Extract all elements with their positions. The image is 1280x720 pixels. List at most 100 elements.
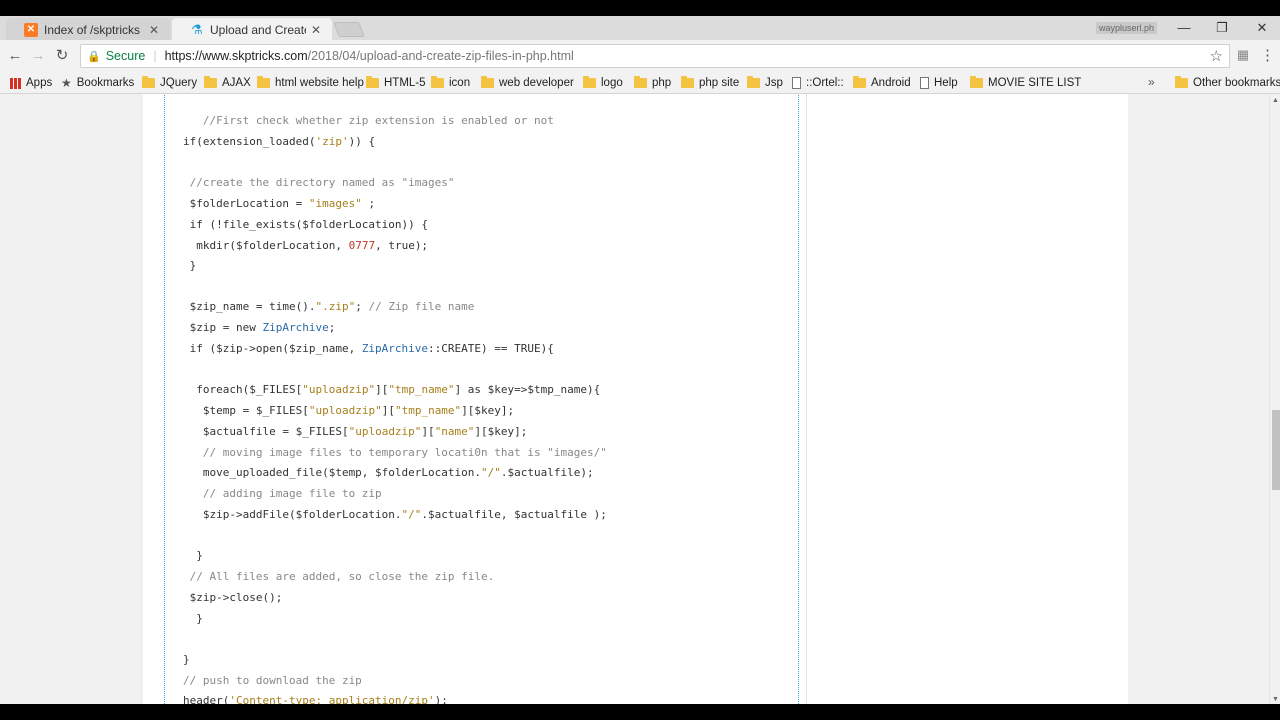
- bookmark-label: web developer: [499, 77, 574, 89]
- code-line: $actualfile = $_FILES["uploadzip"]["name…: [183, 425, 528, 439]
- vertical-scrollbar[interactable]: ▲ ▼: [1269, 94, 1280, 704]
- url-separator: |: [153, 49, 157, 63]
- bookmark-icon[interactable]: icon: [431, 74, 470, 92]
- tab-upload-zip[interactable]: ⚗ Upload and Create a Zip ✕: [172, 18, 332, 42]
- code-token: if ($zip->open($zip_name,: [183, 342, 362, 355]
- folder-icon: [481, 76, 494, 88]
- address-bar[interactable]: 🔒 Secure | https://www.skptricks.com/201…: [80, 44, 1230, 68]
- scroll-down-arrow-icon[interactable]: ▼: [1272, 696, 1279, 703]
- user-badge[interactable]: waypluserl.ph: [1096, 22, 1158, 34]
- close-window-button[interactable]: ✕: [1248, 18, 1276, 38]
- folder-icon: [1175, 76, 1188, 88]
- bookmark-html5[interactable]: HTML-5: [366, 74, 426, 92]
- close-icon[interactable]: ✕: [148, 23, 160, 37]
- bookmark-label: html website help: [275, 77, 364, 89]
- code-token: "uploadzip": [302, 383, 376, 396]
- bookmark-php-site[interactable]: php site: [681, 74, 739, 92]
- code-token: "uploadzip": [348, 425, 422, 438]
- code-token: }: [183, 612, 203, 625]
- new-tab-button[interactable]: [333, 22, 365, 37]
- apps-icon: [10, 77, 21, 89]
- bookmark-label: logo: [601, 77, 623, 89]
- code-token: $zip_name = time().: [183, 300, 316, 313]
- bookmark-star-icon[interactable]: ☆: [1210, 47, 1223, 65]
- scrollbar-thumb[interactable]: [1272, 410, 1280, 490]
- minimize-button[interactable]: —: [1170, 18, 1198, 38]
- bookmark-label: JQuery: [160, 77, 198, 89]
- code-token: mkdir($folderLocation,: [183, 239, 349, 252]
- bookmark-ortel[interactable]: ::Ortel::: [792, 74, 844, 92]
- code-token: }: [183, 653, 190, 666]
- code-token: }: [183, 259, 197, 272]
- code-line: //First check whether zip extension is e…: [183, 114, 554, 128]
- code-token: $folderLocation =: [183, 197, 309, 210]
- code-line: $zip->addFile($folderLocation."/".$actua…: [183, 508, 607, 522]
- code-line: move_uploaded_file($temp, $folderLocatio…: [183, 466, 594, 480]
- secure-label: Secure: [105, 49, 146, 63]
- reload-icon[interactable]: ↻: [52, 46, 72, 66]
- lock-icon: 🔒: [87, 50, 101, 63]
- bookmark-web-developer[interactable]: web developer: [481, 74, 574, 92]
- code-line: }: [183, 259, 197, 273]
- code-token: );: [434, 694, 448, 704]
- bookmark-logo[interactable]: logo: [583, 74, 623, 92]
- code-token: // moving image files to temporary locat…: [183, 446, 607, 459]
- menu-icon[interactable]: ⋮: [1260, 46, 1275, 66]
- tab-title: Upload and Create a Zip: [210, 23, 306, 37]
- bookmark-movie-site-list[interactable]: MOVIE SITE LIST: [970, 74, 1081, 92]
- bookmarks-overflow-icon[interactable]: »: [1148, 75, 1155, 89]
- code-line: if ($zip->open($zip_name, ZipArchive::CR…: [183, 342, 554, 356]
- code-token: if (!file_exists($folderLocation)) {: [183, 218, 429, 231]
- code-line: //create the directory named as "images": [183, 176, 455, 190]
- bookmark-help[interactable]: Help: [920, 74, 958, 92]
- code-token: )) {: [348, 135, 376, 148]
- bookmark-ajax[interactable]: AJAX: [204, 74, 251, 92]
- extension-icon[interactable]: ▦: [1234, 46, 1252, 64]
- bookmark-php[interactable]: php: [634, 74, 671, 92]
- code-token: 'zip': [315, 135, 349, 148]
- url-host: https://www.skptricks.com: [164, 49, 308, 63]
- back-arrow-icon[interactable]: ←: [5, 46, 25, 66]
- code-token: "/": [401, 508, 422, 521]
- tab-index-skptricks[interactable]: ✕ Index of /skptricks ✕: [6, 18, 170, 42]
- screen-letterbox-bottom: [0, 704, 1280, 720]
- code-token: foreach($_FILES[: [183, 383, 303, 396]
- code-token: ;: [328, 321, 336, 334]
- code-token: ][$key];: [474, 425, 528, 438]
- forward-arrow-icon[interactable]: →: [28, 46, 48, 66]
- bookmark-label: Apps: [26, 77, 53, 89]
- code-line: $zip = new ZipArchive;: [183, 321, 336, 335]
- bookmark-bookmarks[interactable]: ★ Bookmarks: [61, 74, 134, 92]
- code-token: $zip->close();: [183, 591, 283, 604]
- code-line: }: [183, 549, 203, 563]
- bookmark-jsp[interactable]: Jsp: [747, 74, 783, 92]
- code-line: if(extension_loaded('zip')) {: [183, 135, 375, 149]
- folder-icon: [257, 76, 270, 88]
- code-token: 0777: [348, 239, 376, 252]
- scroll-up-arrow-icon[interactable]: ▲: [1272, 97, 1279, 104]
- code-token: , true);: [375, 239, 429, 252]
- browser-window: ✕ Index of /skptricks ✕ ⚗ Upload and Cre…: [0, 16, 1280, 704]
- code-token: if(extension_loaded(: [183, 135, 316, 148]
- code-line: }: [183, 612, 203, 626]
- bookmark-label: Bookmarks: [76, 77, 135, 89]
- code-token: ZipArchive: [361, 342, 429, 355]
- code-token: $zip->addFile($folderLocation.: [183, 508, 402, 521]
- tab-title: Index of /skptricks: [44, 23, 141, 37]
- bookmark-label: Android: [871, 77, 911, 89]
- page-viewport: //First check whether zip extension is e…: [0, 94, 1269, 704]
- bookmark-html-website-help[interactable]: html website help: [257, 74, 364, 92]
- bookmark-apps[interactable]: Apps: [10, 74, 52, 92]
- bookmark-jquery[interactable]: JQuery: [142, 74, 197, 92]
- code-token: header(: [183, 694, 230, 704]
- folder-icon: [681, 76, 694, 88]
- close-icon[interactable]: ✕: [310, 23, 322, 37]
- bookmark-android[interactable]: Android: [853, 74, 911, 92]
- code-token: "tmp_name": [388, 383, 455, 396]
- restore-button[interactable]: ❐: [1208, 18, 1236, 38]
- code-token: // Zip file name: [368, 300, 475, 313]
- code-token: ".zip": [315, 300, 356, 313]
- bookmark-other[interactable]: Other bookmarks: [1175, 74, 1280, 92]
- bookmark-label: ::Ortel::: [806, 77, 844, 89]
- code-token: ][: [381, 404, 395, 417]
